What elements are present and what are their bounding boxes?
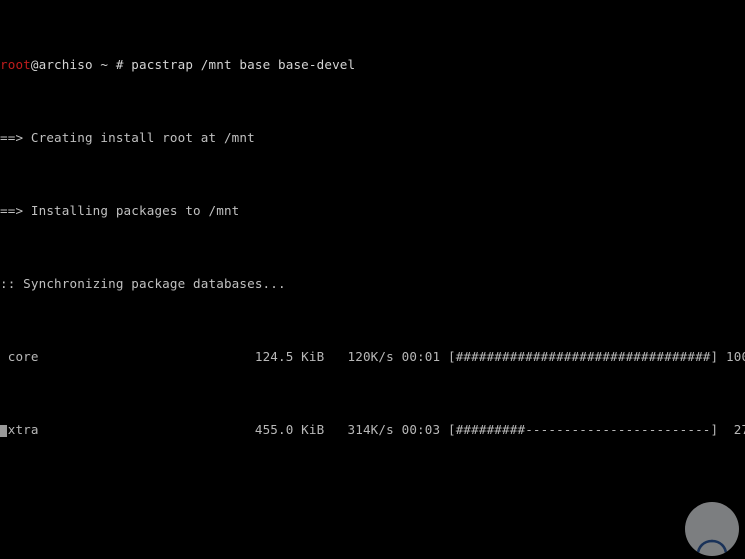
prompt-host: @archiso [30,57,93,73]
terminal-line-creating: ==> Creating install root at /mnt [0,131,745,146]
progress-bar-open-extra: [ [447,422,456,438]
terminal-screen[interactable]: root@archiso ~ # pacstrap /mnt base base… [0,0,745,559]
lightbulb-icon [685,502,739,556]
download-row-extra: extra 455.0 KiB 314K/s 00:03 [#########-… [0,422,745,438]
terminal-cursor [0,425,7,438]
download-percent-core: 100% [726,349,745,365]
terminal-line-installing: ==> Installing packages to /mnt [0,204,745,219]
progress-bar-filled-core: ################################# [455,349,711,365]
download-eta-extra: 00:03 [401,422,441,438]
prompt-user: root [0,57,31,73]
message-creating-install-root: ==> Creating install root at /mnt [0,130,255,146]
download-row-core: core 124.5 KiB 120K/s 00:01 [###########… [0,349,745,365]
message-installing-packages: ==> Installing packages to /mnt [0,203,240,219]
download-name-core: core [0,349,39,365]
download-percent-extra: 27% [733,422,745,438]
message-synchronizing-databases: :: Synchronizing package databases... [0,276,286,292]
prompt-symbol: # [115,57,132,73]
prompt-path: ~ [92,57,116,73]
terminal-line-prompt: root@archiso ~ # pacstrap /mnt base base… [0,58,745,73]
terminal-command: pacstrap /mnt base base-devel [131,57,356,73]
terminal-line-sync: :: Synchronizing package databases... [0,276,745,292]
download-size-extra: 455.0 KiB [254,422,325,438]
download-rate-core: 120K/s [347,349,394,365]
download-eta-core: 00:01 [401,349,441,365]
lightbulb-glyph [696,539,728,556]
progress-bar-open-core: [ [447,349,456,365]
download-size-core: 124.5 KiB [254,349,325,365]
progress-bar-filled-extra: ######### [455,422,526,438]
progress-bar-empty-extra: ------------------------ [525,422,711,438]
download-rate-extra: 314K/s [347,422,394,438]
